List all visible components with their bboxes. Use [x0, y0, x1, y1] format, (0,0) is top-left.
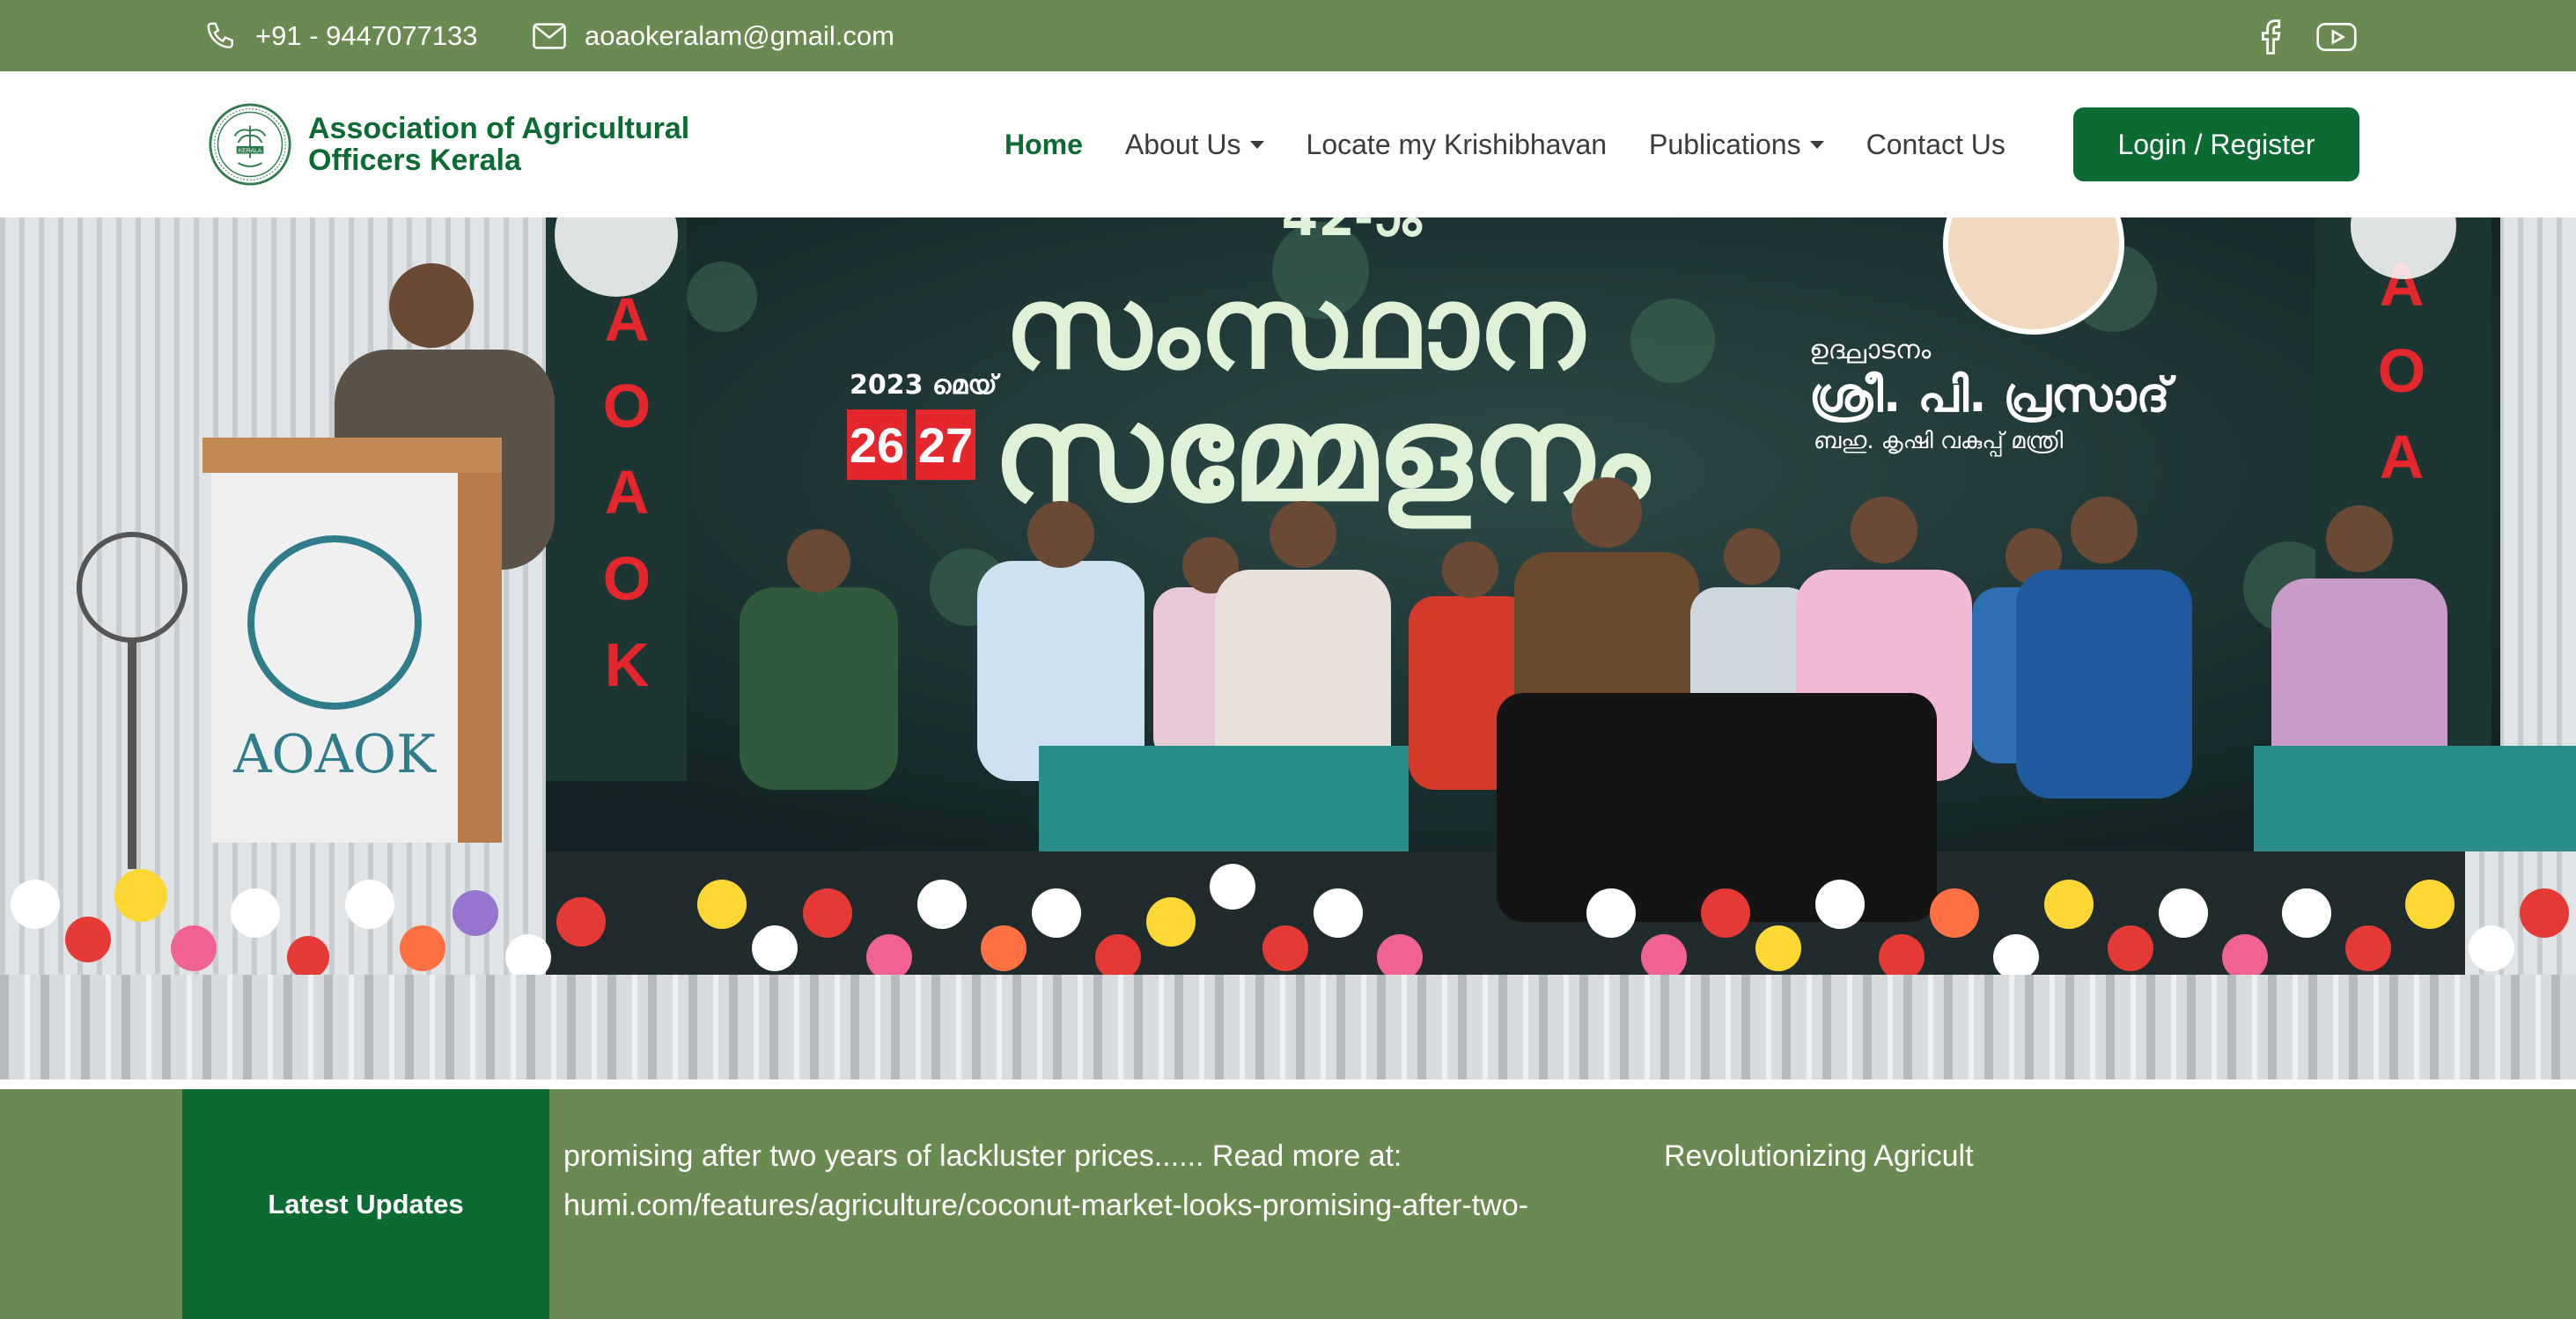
side-banner-letter: O: [603, 544, 651, 613]
latest-updates-section: Latest Updates promising after two years…: [0, 1089, 2576, 1319]
stage-skirt: [0, 975, 2576, 1080]
conference-stage-photo: A O A O K A O A 42-ാം സംസ്ഥാന സമ്മേളനം 2…: [0, 217, 2576, 1080]
login-register-button[interactable]: Login / Register: [2073, 107, 2359, 181]
banner-date-year: 2023 മെയ്: [850, 370, 1001, 401]
chevron-down-icon: [1249, 140, 1264, 149]
ticker-item-link[interactable]: humi.com/features/agriculture/coconut-ma…: [563, 1181, 1528, 1230]
ticker-item[interactable]: Revolutionizing Agricult: [1664, 1131, 1974, 1181]
side-banner-letter: K: [605, 630, 650, 699]
banner-title-line1: സംസ്ഥാന: [1005, 261, 1586, 394]
nav-contact-us[interactable]: Contact Us: [1866, 129, 2006, 161]
chevron-down-icon: [1809, 140, 1824, 149]
side-banner-letter: A: [605, 458, 650, 527]
nav-contact-label: Contact Us: [1866, 128, 2006, 160]
nav-about-us[interactable]: About Us: [1125, 129, 1264, 161]
top-contact-bar: +91 - 9447077133 aoaokeralam@gmail.com: [0, 0, 2576, 71]
banner-day2: 27: [918, 417, 973, 473]
site-header: KERALA Association of Agricultural Offic…: [0, 71, 2576, 217]
nav-publications-label: Publications: [1649, 128, 1801, 160]
podium-text: AOAOK: [232, 724, 437, 785]
phone-number: +91 - 9447077133: [255, 20, 478, 51]
nav-about-us-label: About Us: [1124, 128, 1241, 160]
banner-minister-name: ശ്രീ. പി. പ്രസാദ്: [1809, 367, 2176, 423]
side-banner-letter: O: [2378, 336, 2425, 405]
ticker-item-text: promising after two years of lackluster …: [563, 1139, 1402, 1173]
banner-inauguration: ഉദ്ഘാടനം: [1809, 335, 1932, 365]
email-address: aoaokeralam@gmail.com: [585, 20, 894, 51]
youtube-icon: [2316, 22, 2357, 52]
podium: [211, 473, 458, 843]
nav-home[interactable]: Home: [1005, 129, 1083, 161]
nav-publications[interactable]: Publications: [1649, 129, 1824, 161]
nav-home-label: Home: [1005, 128, 1083, 160]
side-banner-letter: A: [2380, 423, 2425, 491]
latest-updates-label: Latest Updates: [182, 1089, 549, 1319]
side-banner-letter: O: [603, 372, 651, 440]
main-nav: Home About Us Locate my Krishibhavan Pub…: [1005, 71, 2048, 217]
facebook-link[interactable]: [2250, 18, 2293, 56]
logo-text: KERALA: [239, 148, 262, 154]
ticker-item[interactable]: promising after two years of lackluster …: [563, 1131, 1528, 1230]
hero-banner-image: A O A O K A O A 42-ാം സംസ്ഥാന സമ്മേളനം 2…: [0, 217, 2576, 1080]
mail-icon: [533, 22, 566, 49]
banner-minister-role: ബഹു. കൃഷി വകുപ്പ് മന്ത്രി: [1814, 428, 2064, 456]
nav-locate-label: Locate my Krishibhavan: [1306, 128, 1608, 160]
site-title[interactable]: Association of Agricultural Officers Ker…: [308, 113, 689, 176]
nav-locate-krishibhavan[interactable]: Locate my Krishibhavan: [1306, 129, 1608, 161]
phone-contact[interactable]: +91 - 9447077133: [204, 0, 478, 71]
site-title-line2: Officers Kerala: [308, 144, 521, 177]
site-title-line1: Association of Agricultural: [308, 112, 690, 145]
youtube-link[interactable]: [2315, 18, 2358, 56]
association-logo[interactable]: KERALA: [208, 102, 292, 187]
phone-icon: [207, 22, 233, 48]
facebook-icon: [2261, 19, 2281, 55]
ticker-item-text: Revolutionizing Agricult: [1664, 1139, 1974, 1173]
banner-day1: 26: [850, 417, 904, 473]
banner-edition: 42-ാം: [1282, 217, 1424, 248]
email-contact[interactable]: aoaokeralam@gmail.com: [532, 0, 894, 71]
news-ticker: promising after two years of lackluster …: [549, 1089, 1993, 1319]
